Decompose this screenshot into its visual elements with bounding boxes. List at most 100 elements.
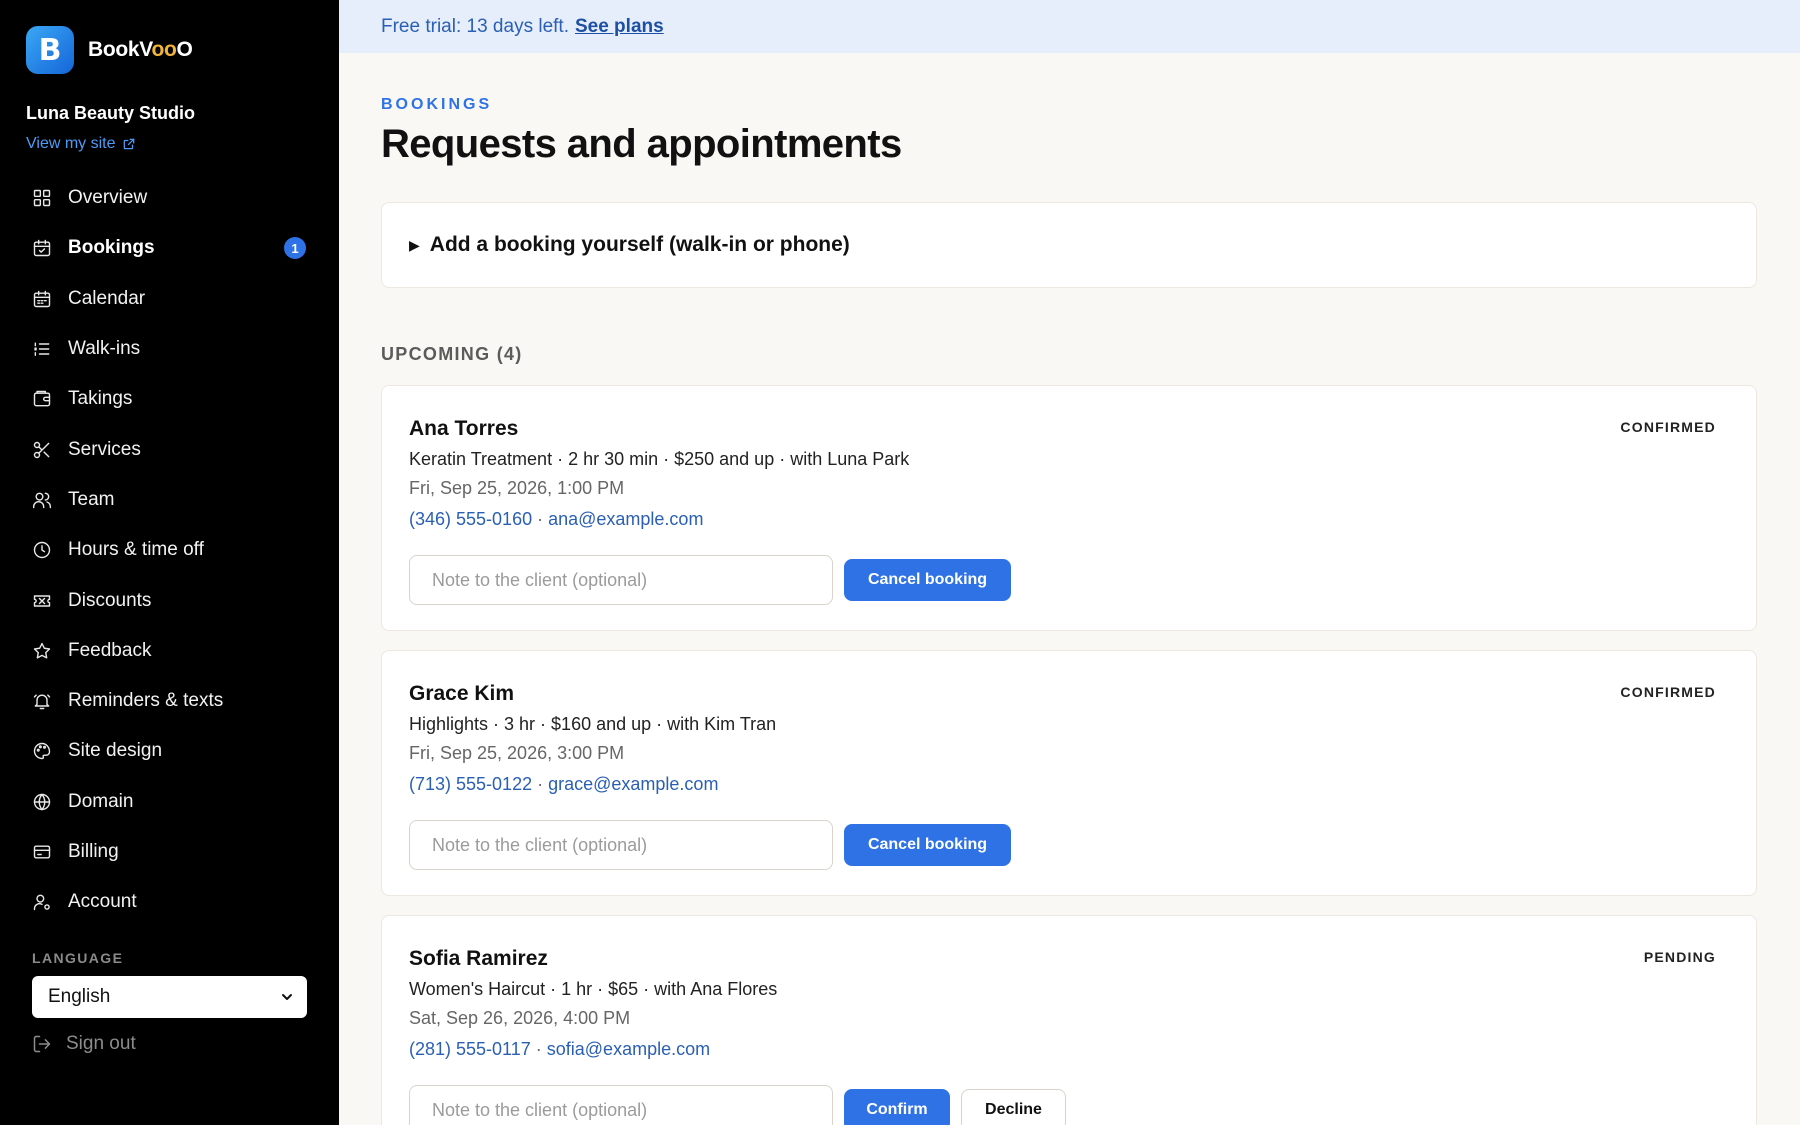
- contact-separator: ·: [530, 1039, 547, 1059]
- credit-card-icon: [32, 842, 52, 862]
- note-input[interactable]: Note to the client (optional): [409, 555, 833, 605]
- client-contact: (281) 555-0117 · sofia@example.com: [409, 1039, 710, 1060]
- sign-out-label: Sign out: [66, 1033, 136, 1054]
- sidebar-item-site-design[interactable]: Site design: [0, 726, 339, 776]
- sidebar-item-label: Account: [68, 891, 137, 913]
- logo-letter: B: [38, 32, 62, 68]
- wallet-icon: [32, 389, 52, 409]
- sidebar-item-label: Bookings: [68, 237, 155, 259]
- bookings-count-badge: 1: [284, 237, 306, 260]
- language-label: LANGUAGE: [32, 950, 124, 966]
- calendar-icon: [32, 289, 52, 309]
- booking-detail: Keratin Treatment · 2 hr 30 min · $250 a…: [409, 449, 910, 469]
- status-badge: PENDING: [1643, 949, 1716, 965]
- sidebar-item-overview[interactable]: Overview: [0, 173, 339, 223]
- add-booking-label: Add a booking yourself (walk-in or phone…: [429, 233, 850, 256]
- chevron-down-icon: [282, 994, 292, 1000]
- palette-icon: [32, 741, 52, 761]
- client-email-link[interactable]: grace@example.com: [548, 774, 718, 794]
- sidebar-item-takings[interactable]: Takings: [0, 374, 339, 424]
- bell-icon: [32, 691, 52, 711]
- sidebar-item-label: Site design: [68, 740, 163, 762]
- calendar-check-icon: [32, 238, 52, 258]
- sidebar-item-label: Hours & time off: [68, 539, 204, 561]
- cancel-booking-button[interactable]: Cancel booking: [844, 824, 1011, 866]
- status-badge: CONFIRMED: [1620, 684, 1716, 700]
- sidebar-item-label: Domain: [68, 790, 134, 812]
- sidebar-item-discounts[interactable]: Discounts: [0, 575, 339, 625]
- note-input[interactable]: Note to the client (optional): [409, 1085, 833, 1125]
- client-name: Grace Kim: [409, 682, 515, 705]
- client-name: Ana Torres: [409, 417, 519, 440]
- sidebar-item-account[interactable]: Account: [0, 877, 339, 927]
- sidebar-item-team[interactable]: Team: [0, 475, 339, 525]
- star-icon: [32, 641, 52, 661]
- studio-name: Luna Beauty Studio: [26, 103, 196, 123]
- view-site-link[interactable]: View my site: [26, 135, 136, 153]
- sidebar-item-services[interactable]: Services: [0, 424, 339, 474]
- sidebar-item-bookings[interactable]: Bookings 1: [0, 223, 339, 273]
- brand-name: BookVooO: [88, 38, 193, 62]
- sidebar-item-billing[interactable]: Billing: [0, 827, 339, 877]
- upcoming-section-label: UPCOMING (4): [381, 344, 523, 364]
- see-plans-link[interactable]: See plans: [575, 16, 664, 38]
- users-icon: [32, 490, 52, 510]
- note-input[interactable]: Note to the client (optional): [409, 820, 833, 870]
- sidebar-item-label: Walk-ins: [68, 338, 141, 360]
- booking-date: Fri, Sep 25, 2026, 1:00 PM: [409, 478, 625, 498]
- trial-text: Free trial: 13 days left.: [381, 15, 569, 37]
- language-value: English: [48, 986, 111, 1007]
- sidebar-item-label: Takings: [68, 388, 133, 410]
- scissors-icon: [32, 440, 52, 460]
- cancel-booking-button[interactable]: Cancel booking: [844, 559, 1011, 601]
- sidebar-item-walk-ins[interactable]: Walk-ins: [0, 324, 339, 374]
- list-icon: [32, 339, 52, 359]
- brand-name-post: O: [176, 38, 193, 61]
- sidebar-item-label: Billing: [68, 841, 119, 862]
- booking-card: Ana Torres Keratin Treatment · 2 hr 30 m…: [381, 385, 1757, 631]
- sign-out-icon: [33, 1035, 51, 1053]
- sign-out-button[interactable]: Sign out: [32, 1033, 136, 1055]
- clock-icon: [32, 540, 52, 560]
- confirm-button[interactable]: Confirm: [844, 1089, 950, 1125]
- decline-button[interactable]: Decline: [961, 1089, 1066, 1125]
- client-contact: (713) 555-0122 · grace@example.com: [409, 774, 718, 795]
- booking-detail: Women's Haircut · 1 hr · $65 · with Ana …: [409, 979, 778, 999]
- sidebar-item-label: Calendar: [68, 287, 146, 309]
- client-phone-link[interactable]: (281) 555-0117: [409, 1039, 531, 1059]
- booking-detail: Highlights · 3 hr · $160 and up · with K…: [409, 714, 777, 734]
- booking-date: Sat, Sep 26, 2026, 4:00 PM: [409, 1008, 631, 1028]
- trial-banner: Free trial: 13 days left. See plans: [339, 0, 1800, 53]
- booking-card: Grace Kim Highlights · 3 hr · $160 and u…: [381, 650, 1757, 896]
- brand-name-mid: oo: [151, 38, 177, 61]
- grid-icon: [32, 188, 52, 208]
- sidebar-item-label: Discounts: [68, 589, 152, 611]
- sidebar-item-reminders[interactable]: Reminders & texts: [0, 676, 339, 726]
- page-title: Requests and appointments: [381, 122, 902, 166]
- sidebar-item-label: Feedback: [68, 639, 152, 661]
- sidebar-item-calendar[interactable]: Calendar: [0, 274, 339, 324]
- client-phone-link[interactable]: (713) 555-0122: [409, 774, 532, 794]
- page-eyebrow: BOOKINGS: [381, 96, 493, 113]
- contact-separator: ·: [532, 509, 549, 529]
- sidebar-nav: Overview Bookings 1 Calendar Walk-ins Ta…: [0, 173, 339, 927]
- client-name: Sofia Ramirez: [409, 947, 548, 970]
- sidebar-item-label: Reminders & texts: [68, 690, 224, 712]
- client-email-link[interactable]: sofia@example.com: [547, 1039, 710, 1059]
- language-select[interactable]: English: [32, 976, 307, 1018]
- brand[interactable]: B BookVooO: [26, 26, 193, 74]
- brand-logo-icon: B: [26, 26, 74, 74]
- view-site-label: View my site: [26, 135, 116, 152]
- add-booking-toggle[interactable]: ▶ Add a booking yourself (walk-in or pho…: [381, 202, 1757, 288]
- sidebar-item-label: Team: [68, 488, 115, 510]
- booking-date: Fri, Sep 25, 2026, 3:00 PM: [409, 743, 625, 763]
- sidebar: B BookVooO Luna Beauty Studio View my si…: [0, 0, 339, 1125]
- contact-separator: ·: [532, 774, 549, 794]
- sidebar-item-feedback[interactable]: Feedback: [0, 626, 339, 676]
- client-phone-link[interactable]: (346) 555-0160: [409, 509, 532, 529]
- booking-card: Sofia Ramirez Women's Haircut · 1 hr · $…: [381, 915, 1757, 1125]
- client-email-link[interactable]: ana@example.com: [548, 509, 703, 529]
- sidebar-item-domain[interactable]: Domain: [0, 777, 339, 827]
- sidebar-item-hours[interactable]: Hours & time off: [0, 525, 339, 575]
- external-link-icon: [123, 138, 134, 150]
